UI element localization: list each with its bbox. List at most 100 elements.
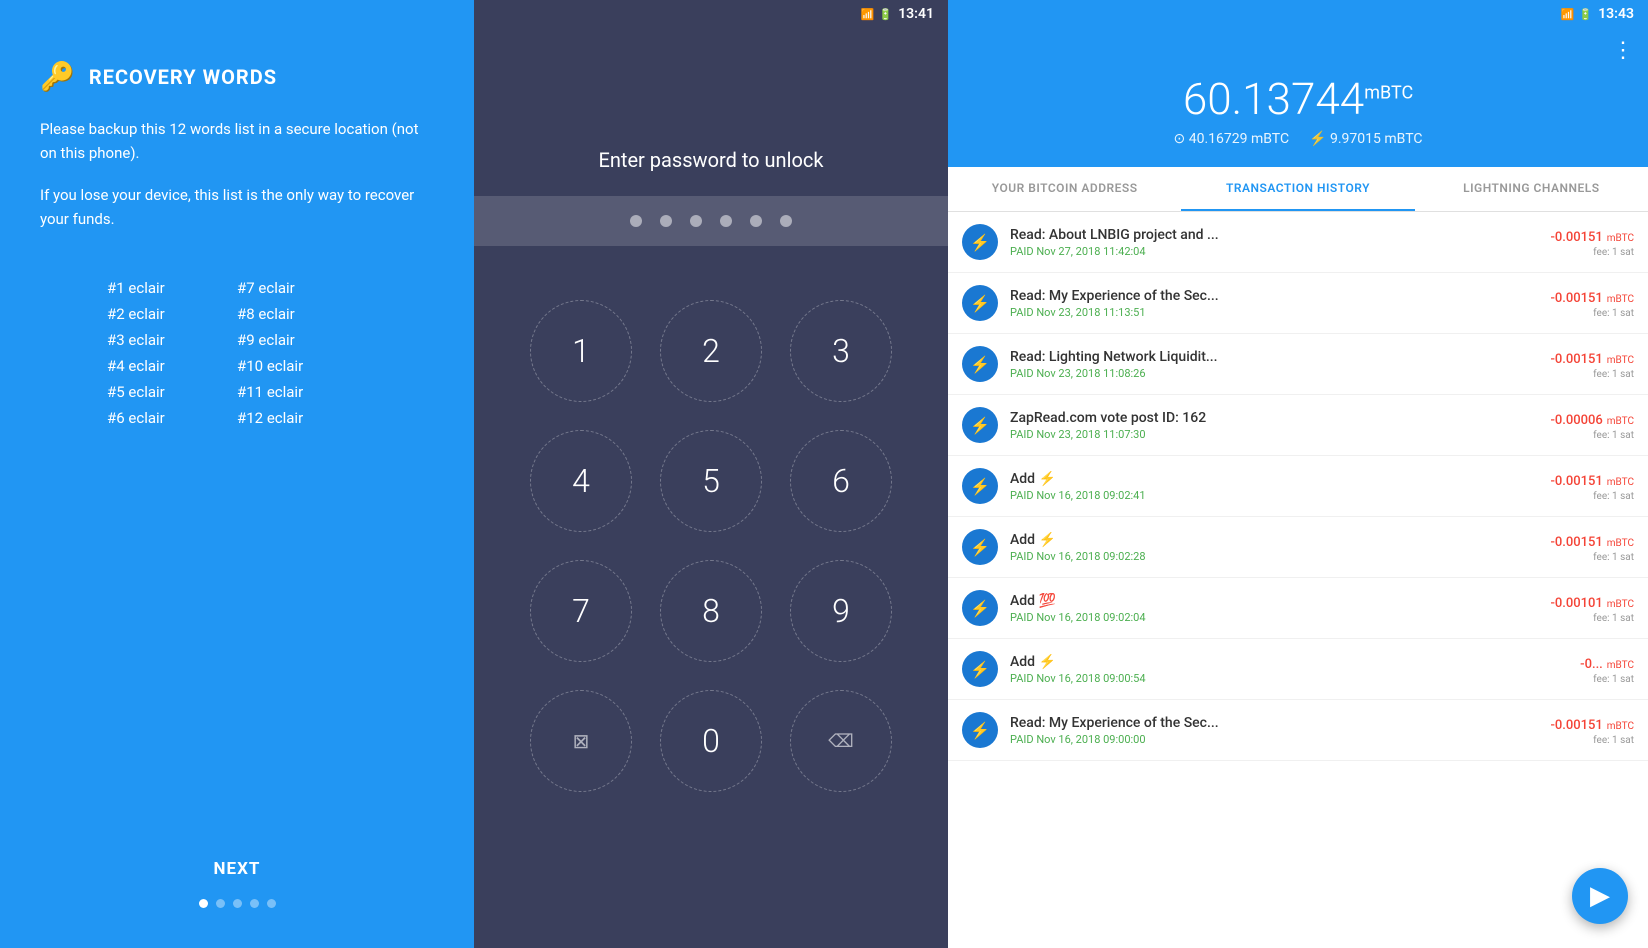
key-4[interactable]: 4 <box>516 416 646 546</box>
transaction-item-7[interactable]: ⚡ Add ⚡ PAID Nov 16, 2018 09:00:54 -0...… <box>948 639 1648 700</box>
tx-amount-value-6: -0.00101 mBTC <box>1550 592 1634 611</box>
screen-recovery-words: 🔑 RECOVERY WORDS Please backup this 12 w… <box>0 0 474 948</box>
transaction-item-3[interactable]: ⚡ ZapRead.com vote post ID: 162 PAID Nov… <box>948 395 1648 456</box>
word-left-6: #6 eclair <box>107 409 237 427</box>
key-2[interactable]: 2 <box>646 286 776 416</box>
tx-title-2: Read: Lighting Network Liquidit... <box>1010 349 1538 365</box>
tx-icon-8: ⚡ <box>962 712 998 748</box>
bitcoin-icon: ⊙ <box>1174 131 1186 147</box>
tx-icon-0: ⚡ <box>962 224 998 260</box>
signal-icon: 📶 <box>861 8 875 21</box>
tx-date-6: PAID Nov 16, 2018 09:02:04 <box>1010 611 1538 624</box>
tx-date-8: PAID Nov 16, 2018 09:00:00 <box>1010 733 1538 746</box>
next-button[interactable]: NEXT <box>40 819 434 879</box>
tx-amount-number-5: -0.00151 <box>1550 535 1602 550</box>
tx-info-7: Add ⚡ PAID Nov 16, 2018 09:00:54 <box>1010 654 1568 685</box>
unlock-label: Enter password to unlock <box>599 148 824 172</box>
tx-info-3: ZapRead.com vote post ID: 162 PAID Nov 2… <box>1010 410 1538 441</box>
tx-fee-8: fee: 1 sat <box>1550 735 1634 746</box>
key-backspace[interactable]: ⌫ <box>776 676 906 806</box>
transaction-item-6[interactable]: ⚡ Add 💯 PAID Nov 16, 2018 09:02:04 -0.00… <box>948 578 1648 639</box>
tx-icon-6: ⚡ <box>962 590 998 626</box>
tx-info-4: Add ⚡ PAID Nov 16, 2018 09:02:41 <box>1010 471 1538 502</box>
transaction-item-4[interactable]: ⚡ Add ⚡ PAID Nov 16, 2018 09:02:41 -0.00… <box>948 456 1648 517</box>
status-icons-2: 📶 🔋 <box>861 8 892 21</box>
key-0[interactable]: 0 <box>646 676 776 806</box>
transaction-item-8[interactable]: ⚡ Read: My Experience of the Sec... PAID… <box>948 700 1648 761</box>
tx-date-2: PAID Nov 23, 2018 11:08:26 <box>1010 367 1538 380</box>
transaction-item-1[interactable]: ⚡ Read: My Experience of the Sec... PAID… <box>948 273 1648 334</box>
tx-fee-2: fee: 1 sat <box>1550 369 1634 380</box>
key-1[interactable]: 1 <box>516 286 646 416</box>
tx-amount-value-4: -0.00151 mBTC <box>1550 470 1634 489</box>
tx-info-0: Read: About LNBIG project and ... PAID N… <box>1010 227 1538 258</box>
tx-amount-5: -0.00151 mBTC fee: 1 sat <box>1550 531 1634 563</box>
word-left-4: #4 eclair <box>107 357 237 375</box>
tx-title-3: ZapRead.com vote post ID: 162 <box>1010 410 1538 426</box>
recovery-words-grid: #1 eclair#7 eclair#2 eclair#8 eclair#3 e… <box>107 279 367 427</box>
dot-1 <box>199 899 208 908</box>
tx-amount-unit-7: mBTC <box>1607 660 1634 671</box>
tx-amount-7: -0... mBTC fee: 1 sat <box>1580 653 1634 685</box>
tx-title-7: Add ⚡ <box>1010 654 1568 670</box>
transaction-item-2[interactable]: ⚡ Read: Lighting Network Liquidit... PAI… <box>948 334 1648 395</box>
key-3[interactable]: 3 <box>776 286 906 416</box>
status-bar-2: 📶 🔋 13:41 <box>474 0 948 28</box>
key-5[interactable]: 5 <box>646 416 776 546</box>
tx-icon-3: ⚡ <box>962 407 998 443</box>
tab-bar: YOUR BITCOIN ADDRESS TRANSACTION HISTORY… <box>948 167 1648 212</box>
tx-info-2: Read: Lighting Network Liquidit... PAID … <box>1010 349 1538 380</box>
tx-fee-0: fee: 1 sat <box>1550 247 1634 258</box>
tx-amount-unit-5: mBTC <box>1607 538 1634 549</box>
tab-lightning-channels[interactable]: LIGHTNING CHANNELS <box>1415 167 1648 211</box>
tx-date-7: PAID Nov 16, 2018 09:00:54 <box>1010 672 1568 685</box>
tx-amount-number-2: -0.00151 <box>1550 352 1602 367</box>
battery-icon-3: 🔋 <box>1578 8 1592 21</box>
word-right-4: #10 eclair <box>237 357 367 375</box>
recovery-desc2: If you lose your device, this list is th… <box>40 183 434 231</box>
tx-amount-value-2: -0.00151 mBTC <box>1550 348 1634 367</box>
key-6[interactable]: 6 <box>776 416 906 546</box>
dot-3 <box>233 899 242 908</box>
tx-amount-value-5: -0.00151 mBTC <box>1550 531 1634 550</box>
recovery-title: RECOVERY WORDS <box>89 65 277 89</box>
tx-date-1: PAID Nov 23, 2018 11:13:51 <box>1010 306 1538 319</box>
key-7[interactable]: 7 <box>516 546 646 676</box>
key-clear[interactable]: ⊠ <box>516 676 646 806</box>
tab-bitcoin-address[interactable]: YOUR BITCOIN ADDRESS <box>948 167 1181 211</box>
tx-amount-value-3: -0.00006 mBTC <box>1550 409 1634 428</box>
screen-transaction-history: 📶 🔋 13:43 ⋮ 60.13744mBTC ⊙ 40.16729 mBTC… <box>948 0 1648 948</box>
tx-title-1: Read: My Experience of the Sec... <box>1010 288 1538 304</box>
tx-amount-number-1: -0.00151 <box>1550 291 1602 306</box>
tx-icon-5: ⚡ <box>962 529 998 565</box>
tx-date-3: PAID Nov 23, 2018 11:07:30 <box>1010 428 1538 441</box>
tx-amount-unit-3: mBTC <box>1607 416 1634 427</box>
tx-amount-value-1: -0.00151 mBTC <box>1550 287 1634 306</box>
transaction-item-5[interactable]: ⚡ Add ⚡ PAID Nov 16, 2018 09:02:28 -0.00… <box>948 517 1648 578</box>
pin-dot-3 <box>690 215 702 227</box>
tx-fee-4: fee: 1 sat <box>1550 491 1634 502</box>
tx-title-0: Read: About LNBIG project and ... <box>1010 227 1538 243</box>
tx-amount-number-6: -0.00101 <box>1550 596 1602 611</box>
tx-icon-7: ⚡ <box>962 651 998 687</box>
tab-transaction-history[interactable]: TRANSACTION HISTORY <box>1181 167 1414 211</box>
word-left-5: #5 eclair <box>107 383 237 401</box>
tx-title-6: Add 💯 <box>1010 593 1538 609</box>
tx-date-0: PAID Nov 27, 2018 11:42:04 <box>1010 245 1538 258</box>
tx-amount-4: -0.00151 mBTC fee: 1 sat <box>1550 470 1634 502</box>
recovery-desc1: Please backup this 12 words list in a se… <box>40 117 434 165</box>
tx-amount-unit-4: mBTC <box>1607 477 1634 488</box>
send-fab-button[interactable]: ▶ <box>1572 868 1628 924</box>
key-9[interactable]: 9 <box>776 546 906 676</box>
tx-fee-7: fee: 1 sat <box>1580 674 1634 685</box>
balance-value: 60.13744 <box>1183 73 1364 125</box>
tx-amount-number-8: -0.00151 <box>1550 718 1602 733</box>
tx-fee-6: fee: 1 sat <box>1550 613 1634 624</box>
lightning-balance: ⚡ 9.97015 mBTC <box>1309 131 1422 147</box>
key-8[interactable]: 8 <box>646 546 776 676</box>
tx-amount-number-0: -0.00151 <box>1550 230 1602 245</box>
tx-amount-number-3: -0.00006 <box>1550 413 1602 428</box>
menu-dots-button[interactable]: ⋮ <box>1612 38 1634 63</box>
tx-title-8: Read: My Experience of the Sec... <box>1010 715 1538 731</box>
transaction-item-0[interactable]: ⚡ Read: About LNBIG project and ... PAID… <box>948 212 1648 273</box>
